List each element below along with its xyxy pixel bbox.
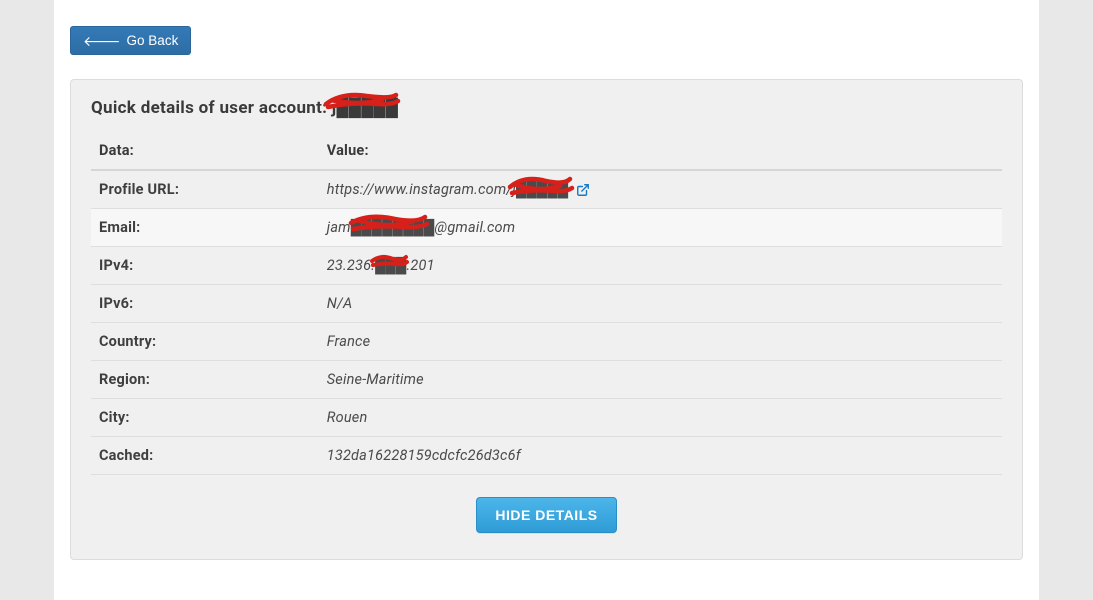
- redacted-url-username: j█████: [512, 181, 568, 198]
- row-label-city: City:: [91, 399, 319, 437]
- redacted-email-middle: ████████: [351, 219, 435, 236]
- panel-title-prefix: Quick details of user account:: [91, 98, 327, 118]
- table-row: Cached: 132da16228159cdcfc26d3c6f: [91, 437, 1002, 475]
- table-row: Region: Seine-Maritime: [91, 361, 1002, 399]
- table-header-row: Data: Value:: [91, 132, 1002, 170]
- hide-details-label: HIDE DETAILS: [495, 507, 597, 523]
- row-value-ipv4: 23.236.███.201: [319, 247, 1002, 285]
- row-label-ipv6: IPv6:: [91, 285, 319, 323]
- row-value-cached: 132da16228159cdcfc26d3c6f: [319, 437, 1002, 475]
- details-panel: Quick details of user account: j█████ Da…: [70, 79, 1023, 560]
- row-label-profile-url: Profile URL:: [91, 170, 319, 209]
- row-label-region: Region:: [91, 361, 319, 399]
- table-row: Country: France: [91, 323, 1002, 361]
- row-value-city: Rouen: [319, 399, 1002, 437]
- row-value-ipv6: N/A: [319, 285, 1002, 323]
- col-header-value: Value:: [319, 132, 1002, 170]
- hide-details-button[interactable]: HIDE DETAILS: [476, 497, 616, 533]
- row-label-email: Email:: [91, 209, 319, 247]
- col-header-data: Data:: [91, 132, 319, 170]
- table-row: IPv6: N/A: [91, 285, 1002, 323]
- panel-title: Quick details of user account: j█████: [91, 98, 1002, 118]
- row-value-region: Seine-Maritime: [319, 361, 1002, 399]
- go-back-button[interactable]: 🡐 Go Back: [70, 26, 191, 55]
- row-label-ipv4: IPv4:: [91, 247, 319, 285]
- row-value-country: France: [319, 323, 1002, 361]
- external-link-icon[interactable]: [576, 183, 590, 197]
- go-back-label: Go Back: [127, 33, 179, 48]
- redacted-ipv4-octet: ███: [375, 257, 406, 274]
- row-value-profile-url: https://www.instagram.com/j█████: [319, 170, 1002, 209]
- table-row: IPv4: 23.236.███.201: [91, 247, 1002, 285]
- arrow-left-icon: 🡐: [83, 34, 121, 48]
- table-row: Profile URL: https://www.instagram.com/j…: [91, 170, 1002, 209]
- table-row: Email: jam████████@gmail.com: [91, 209, 1002, 247]
- table-row: City: Rouen: [91, 399, 1002, 437]
- row-label-cached: Cached:: [91, 437, 319, 475]
- redacted-username: j█████: [332, 98, 398, 118]
- row-value-email: jam████████@gmail.com: [319, 209, 1002, 247]
- details-table: Data: Value: Profile URL: https://www.in…: [91, 132, 1002, 475]
- row-label-country: Country:: [91, 323, 319, 361]
